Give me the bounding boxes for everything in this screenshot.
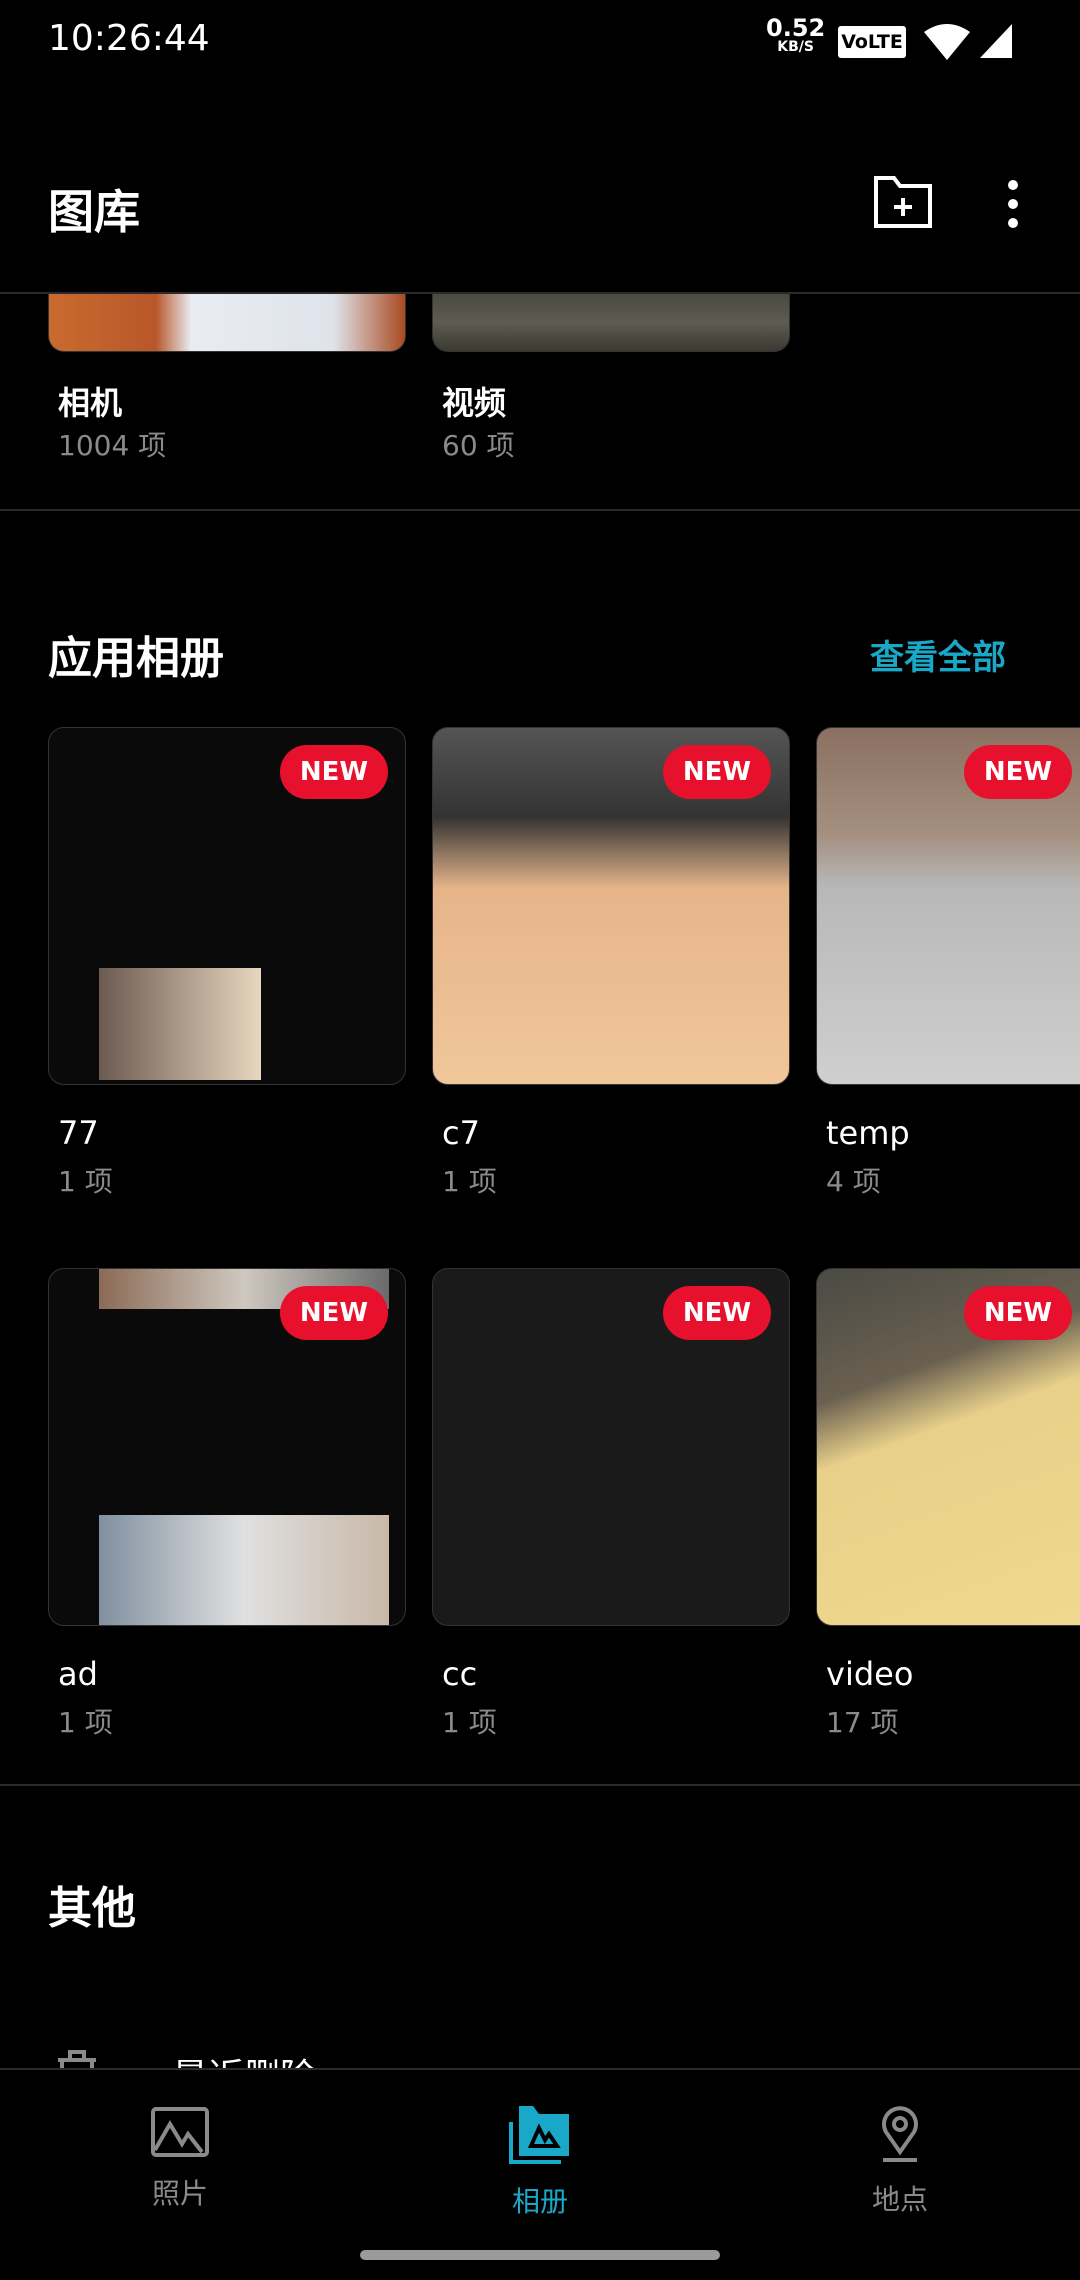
speed-value: 0.52 [766,14,826,42]
thumb-photo [99,1515,389,1625]
nav-photos[interactable]: 照片 [80,2106,280,2212]
new-badge: NEW [964,1286,1072,1340]
album-name: 相机 [58,384,123,422]
album-name: cc [442,1655,478,1693]
album-name: c7 [442,1114,480,1152]
nav-label: 照片 [151,2177,208,2210]
album-icon [509,2106,569,2164]
new-badge: NEW [964,745,1072,799]
album-name: video [826,1655,914,1693]
new-badge: NEW [280,745,388,799]
photo-icon [151,2107,209,2157]
album-name: 77 [58,1114,99,1152]
section-divider [0,509,1080,511]
album-name: ad [58,1655,98,1693]
album-count: 1 项 [442,1706,497,1739]
nav-label: 地点 [871,2183,928,2216]
signal-icon [980,24,1012,58]
nav-albums[interactable]: 相册 [440,2106,640,2220]
album-thumb-camera[interactable] [48,294,406,352]
thumb-photo [99,968,261,1080]
album-count: 1 项 [58,1165,113,1198]
section-divider [0,1784,1080,1786]
new-badge: NEW [663,1286,771,1340]
new-badge: NEW [280,1286,388,1340]
section-heading-app-albums: 应用相册 [48,633,224,684]
page-title: 图库 [48,185,140,239]
speed-unit: KB/S [777,39,814,55]
status-time: 10:26:44 [48,18,210,59]
new-folder-icon[interactable] [872,174,936,230]
home-indicator[interactable] [360,2250,720,2260]
location-icon [882,2106,918,2162]
album-name: temp [826,1114,910,1152]
recently-deleted-item[interactable]: 最近删除 [0,2040,1080,2098]
wifi-icon [924,24,970,60]
album-name: 视频 [442,384,507,422]
album-count: 17 项 [826,1706,899,1739]
see-all-link[interactable]: 查看全部 [870,630,1006,679]
new-badge: NEW [663,745,771,799]
album-count: 1 项 [442,1165,497,1198]
network-speed: 0.52 KB/S [766,16,825,54]
album-count: 1 项 [58,1706,113,1739]
nav-label: 相册 [511,2185,568,2218]
nav-places[interactable]: 地点 [800,2106,1000,2218]
section-heading-other: 其他 [48,1883,136,1934]
album-count: 60 项 [442,429,515,462]
album-thumb-video[interactable] [432,294,790,352]
album-count: 1004 项 [58,429,167,462]
more-options-icon[interactable] [998,178,1028,230]
volte-badge: VoLTE [838,26,906,58]
album-count: 4 项 [826,1165,881,1198]
bottom-nav: 照片 相册 地点 [0,2068,1080,2280]
